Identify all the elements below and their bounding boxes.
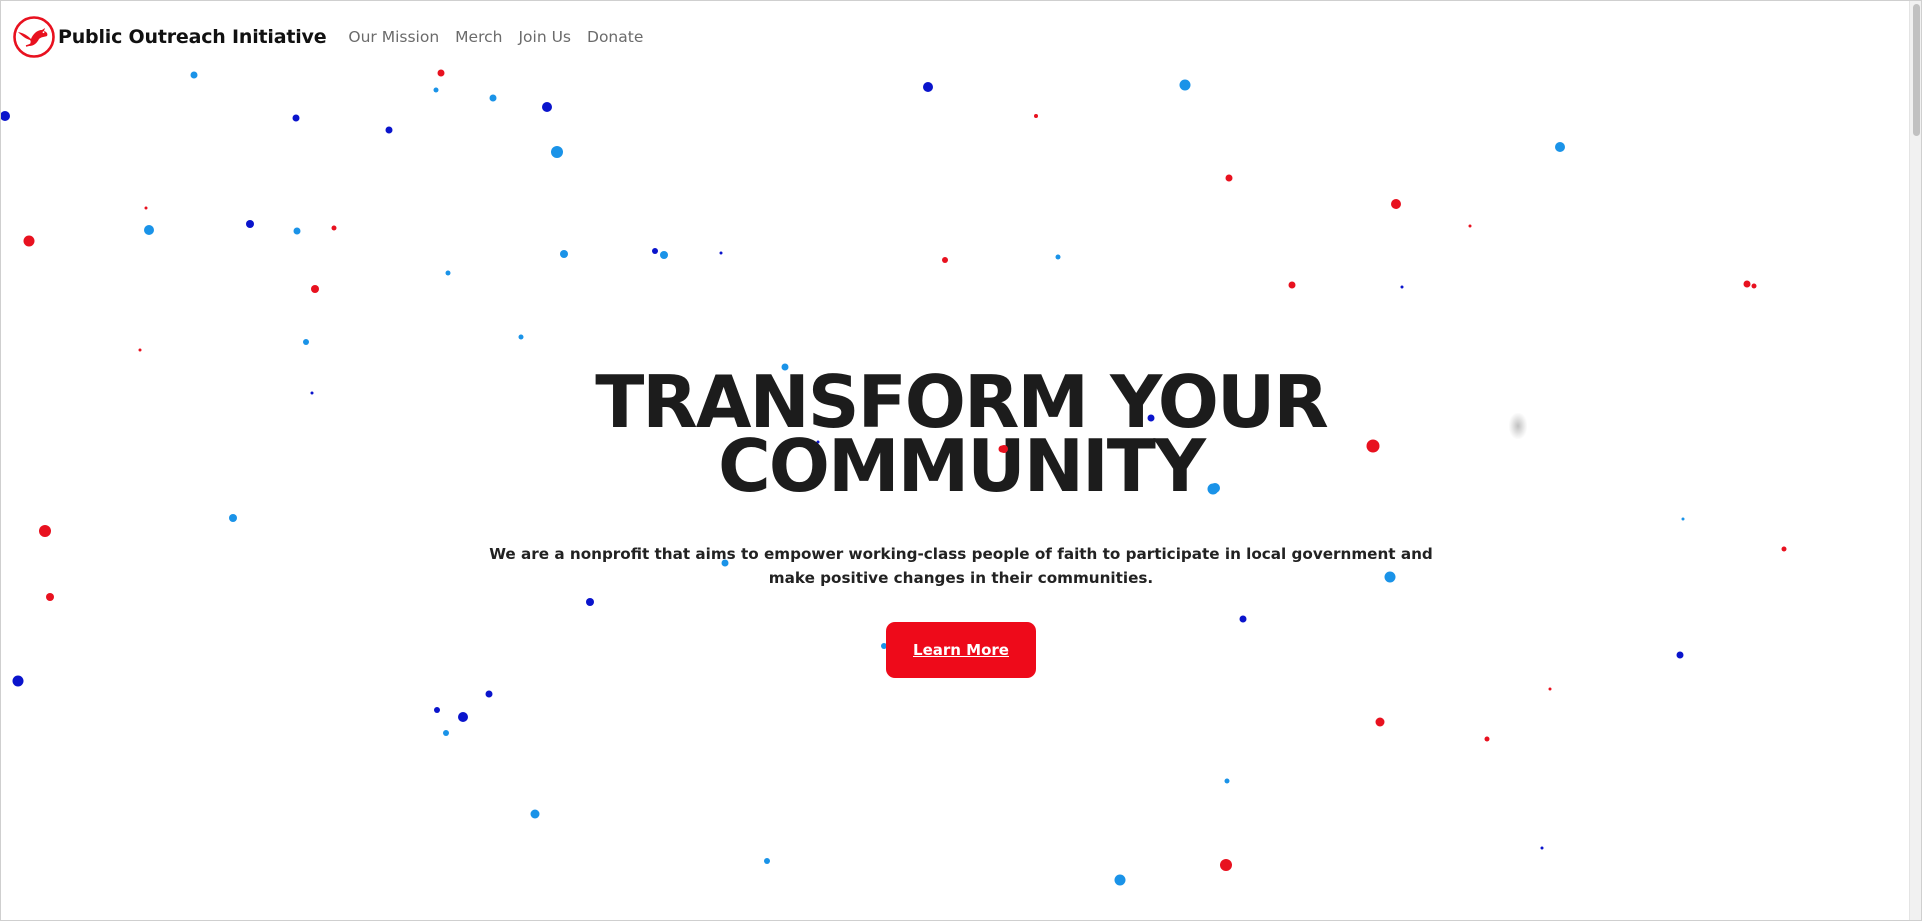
particle-dot bbox=[1468, 224, 1472, 228]
particle-dot bbox=[0, 111, 10, 121]
particle-dot bbox=[385, 126, 393, 134]
particle-dot bbox=[489, 94, 497, 102]
scrollbar-thumb[interactable] bbox=[1913, 4, 1920, 136]
particle-dot bbox=[434, 707, 440, 713]
particle-dot bbox=[1114, 874, 1126, 886]
particle-dot bbox=[551, 146, 563, 158]
particle-dot bbox=[1375, 717, 1385, 727]
particle-dot bbox=[303, 339, 309, 345]
hero-title: TRANSFORM YOUR COMMUNITY bbox=[511, 366, 1411, 502]
particle-dot bbox=[311, 285, 319, 293]
particle-dot bbox=[782, 364, 788, 370]
particle-dot bbox=[293, 227, 301, 235]
nav-links: Our Mission Merch Join Us Donate bbox=[348, 28, 659, 46]
hero-title-line-2: COMMUNITY bbox=[717, 424, 1206, 508]
particle-dot bbox=[1220, 859, 1232, 871]
particle-dot bbox=[530, 809, 540, 819]
particle-dot bbox=[719, 251, 723, 255]
page-scrollbar[interactable] bbox=[1909, 0, 1922, 921]
navbar: Public Outreach Initiative Our Mission M… bbox=[0, 0, 1910, 74]
particle-dot bbox=[923, 82, 933, 92]
particle-dot bbox=[1391, 199, 1401, 209]
particle-dot bbox=[1055, 254, 1061, 260]
hero-subtitle: We are a nonprofit that aims to empower … bbox=[489, 545, 1433, 587]
particle-dot bbox=[1034, 114, 1038, 118]
particle-dot bbox=[1555, 142, 1565, 152]
particle-dot bbox=[1000, 445, 1008, 453]
particle-dot bbox=[1224, 778, 1230, 784]
particle-dot bbox=[722, 560, 728, 566]
particle-dot bbox=[1540, 846, 1544, 850]
particle-dot bbox=[942, 257, 948, 263]
particle-dot bbox=[458, 712, 468, 722]
dove-logo-icon bbox=[13, 16, 55, 58]
particle-dot bbox=[518, 334, 524, 340]
brand-link[interactable]: Public Outreach Initiative bbox=[12, 15, 327, 59]
particle-dot bbox=[1400, 285, 1404, 289]
particle-dot bbox=[292, 114, 300, 122]
particle-dot bbox=[144, 225, 154, 235]
particle-dot bbox=[660, 251, 668, 259]
particle-dot bbox=[485, 690, 493, 698]
page: Public Outreach Initiative Our Mission M… bbox=[0, 0, 1922, 921]
particle-dot bbox=[652, 248, 658, 254]
particle-dot bbox=[1548, 687, 1552, 691]
brand-name: Public Outreach Initiative bbox=[58, 26, 327, 48]
particle-dot bbox=[138, 348, 142, 352]
particle-dot bbox=[23, 235, 35, 247]
learn-more-button[interactable]: Learn More bbox=[886, 622, 1036, 678]
particle-dot bbox=[1484, 736, 1490, 742]
nav-link-join-us[interactable]: Join Us bbox=[518, 28, 571, 46]
particle-dot bbox=[433, 87, 439, 93]
particle-dot bbox=[1743, 280, 1751, 288]
particle-dot bbox=[246, 220, 254, 228]
particle-dot bbox=[560, 250, 568, 258]
hero-section: TRANSFORM YOUR COMMUNITY We are a nonpro… bbox=[0, 366, 1922, 678]
particle-dot bbox=[1225, 174, 1233, 182]
nav-link-merch[interactable]: Merch bbox=[455, 28, 502, 46]
particle-dot bbox=[1288, 281, 1296, 289]
particle-dot bbox=[1147, 414, 1155, 422]
particle-dot bbox=[1179, 79, 1191, 91]
particle-dot bbox=[331, 225, 337, 231]
particle-dot bbox=[144, 206, 148, 210]
particle-dot bbox=[1751, 283, 1757, 289]
particle-dot bbox=[443, 730, 449, 736]
particle-dot bbox=[542, 102, 552, 112]
particle-dot bbox=[445, 270, 451, 276]
particle-dot bbox=[1210, 483, 1220, 493]
nav-link-donate[interactable]: Donate bbox=[587, 28, 643, 46]
mouse-cursor bbox=[1509, 413, 1527, 439]
nav-link-our-mission[interactable]: Our Mission bbox=[348, 28, 439, 46]
particle-dot bbox=[764, 858, 770, 864]
